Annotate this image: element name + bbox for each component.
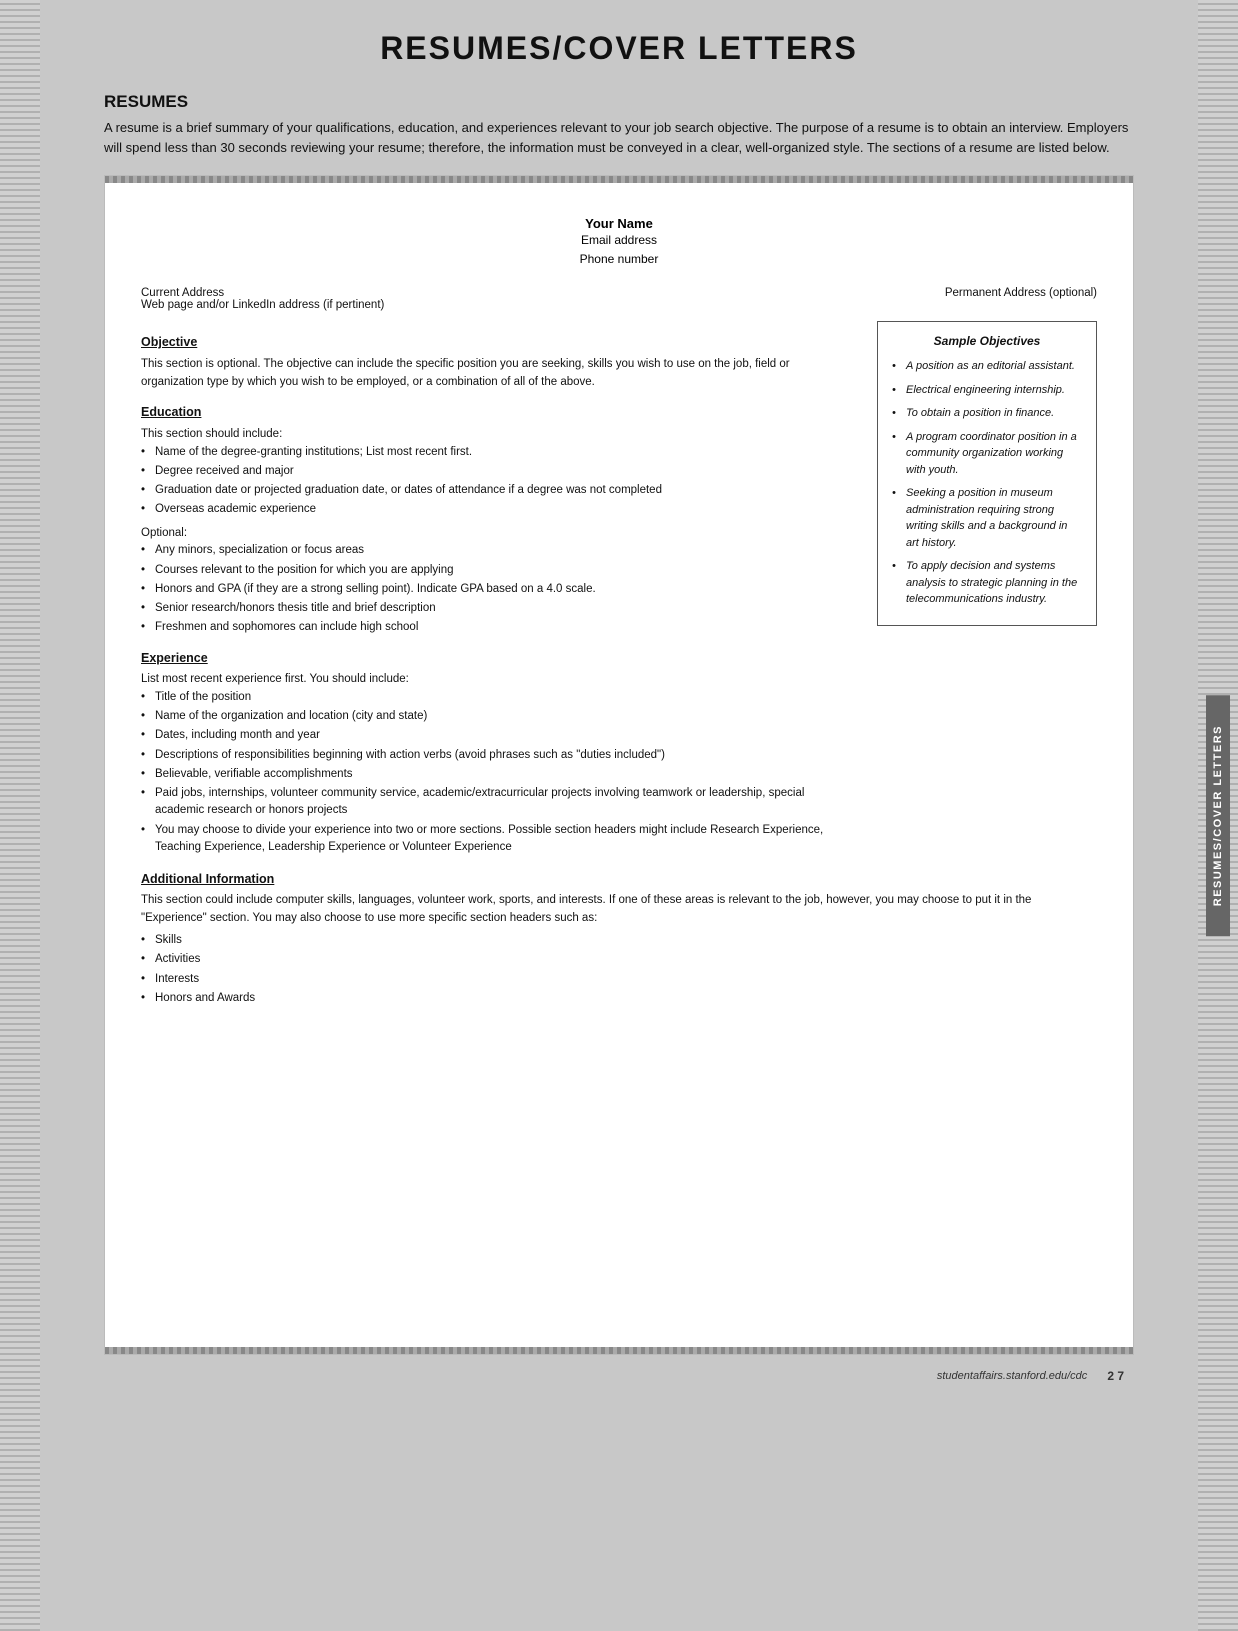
additional-info-list: Skills Activities Interests Honors and A… xyxy=(141,932,1097,1007)
resume-address-row: Current Address Web page and/or LinkedIn… xyxy=(141,287,1097,311)
obj-4: A program coordinator position in a comm… xyxy=(892,429,1082,479)
additional-info-body: This section could include computer skil… xyxy=(141,892,1097,928)
page-title: RESUMES/COVER LETTERS xyxy=(104,30,1134,67)
objective-body: This section is optional. The objective … xyxy=(141,356,853,392)
add-item-2: Activities xyxy=(141,951,1097,968)
resumes-heading: RESUMES xyxy=(104,92,1134,112)
resume-web: Web page and/or LinkedIn address (if per… xyxy=(141,299,384,311)
exp-item-4: Descriptions of responsibilities beginni… xyxy=(141,747,853,764)
education-opt-5: Freshmen and sophomores can include high… xyxy=(141,619,853,636)
resume-left-column: Objective This section is optional. The … xyxy=(141,321,853,858)
exp-item-5: Believable, verifiable accomplishments xyxy=(141,766,853,783)
add-item-1: Skills xyxy=(141,932,1097,949)
add-item-3: Interests xyxy=(141,971,1097,988)
education-opt-1: Any minors, specialization or focus area… xyxy=(141,542,853,559)
exp-item-6: Paid jobs, internships, volunteer commun… xyxy=(141,785,853,820)
resume-email: Email address xyxy=(141,231,1097,250)
education-required-list: Name of the degree-granting institutions… xyxy=(141,444,853,519)
sample-objectives-box: Sample Objectives A position as an edito… xyxy=(877,321,1097,626)
resume-sample-box: Your Name Email address Phone number Cur… xyxy=(104,175,1134,1355)
experience-list: Title of the position Name of the organi… xyxy=(141,689,853,856)
education-optional-list: Any minors, specialization or focus area… xyxy=(141,542,853,636)
resumes-intro: A resume is a brief summary of your qual… xyxy=(104,118,1134,157)
exp-item-3: Dates, including month and year xyxy=(141,727,853,744)
sample-objectives-column: Sample Objectives A position as an edito… xyxy=(877,321,1097,858)
additional-info-title: Additional Information xyxy=(141,870,1097,889)
obj-3: To obtain a position in finance. xyxy=(892,405,1082,422)
objective-title: Objective xyxy=(141,333,853,352)
footer-url: studentaffairs.stanford.edu/cdc xyxy=(937,1370,1087,1382)
education-item-4: Overseas academic experience xyxy=(141,501,853,518)
right-decorative-strip: RESUMES/COVER LETTERS xyxy=(1198,0,1238,1631)
resume-address-left: Current Address Web page and/or LinkedIn… xyxy=(141,287,384,311)
education-intro: This section should include: xyxy=(141,426,853,444)
optional-label: Optional: xyxy=(141,525,853,543)
education-item-1: Name of the degree-granting institutions… xyxy=(141,444,853,461)
current-address-label: Current Address xyxy=(141,287,384,299)
left-decorative-strip xyxy=(0,0,40,1631)
education-opt-2: Courses relevant to the position for whi… xyxy=(141,562,853,579)
resume-header: Your Name Email address Phone number xyxy=(141,216,1097,269)
footer-page: 2 7 xyxy=(1107,1369,1124,1383)
exp-item-7: You may choose to divide your experience… xyxy=(141,822,853,857)
education-opt-4: Senior research/honors thesis title and … xyxy=(141,600,853,617)
resume-phone: Phone number xyxy=(141,250,1097,269)
education-title: Education xyxy=(141,403,853,422)
sample-objectives-title: Sample Objectives xyxy=(892,332,1082,350)
education-opt-3: Honors and GPA (if they are a strong sel… xyxy=(141,581,853,598)
exp-item-2: Name of the organization and location (c… xyxy=(141,708,853,725)
education-item-2: Degree received and major xyxy=(141,463,853,480)
resume-body: Objective This section is optional. The … xyxy=(141,321,1097,858)
side-tab-label: RESUMES/COVER LETTERS xyxy=(1206,695,1230,936)
obj-5: Seeking a position in museum administrat… xyxy=(892,485,1082,551)
obj-2: Electrical engineering internship. xyxy=(892,382,1082,399)
experience-intro: List most recent experience first. You s… xyxy=(141,671,853,689)
permanent-address-label: Permanent Address (optional) xyxy=(945,287,1097,311)
obj-6: To apply decision and systems analysis t… xyxy=(892,558,1082,608)
education-item-3: Graduation date or projected graduation … xyxy=(141,482,853,499)
experience-title: Experience xyxy=(141,649,853,668)
add-item-4: Honors and Awards xyxy=(141,990,1097,1007)
additional-info-section: Additional Information This section coul… xyxy=(141,870,1097,1007)
obj-1: A position as an editorial assistant. xyxy=(892,358,1082,375)
footer: studentaffairs.stanford.edu/cdc 2 7 xyxy=(104,1369,1134,1383)
sample-objectives-list: A position as an editorial assistant. El… xyxy=(892,358,1082,608)
resume-name: Your Name xyxy=(141,216,1097,231)
exp-item-1: Title of the position xyxy=(141,689,853,706)
